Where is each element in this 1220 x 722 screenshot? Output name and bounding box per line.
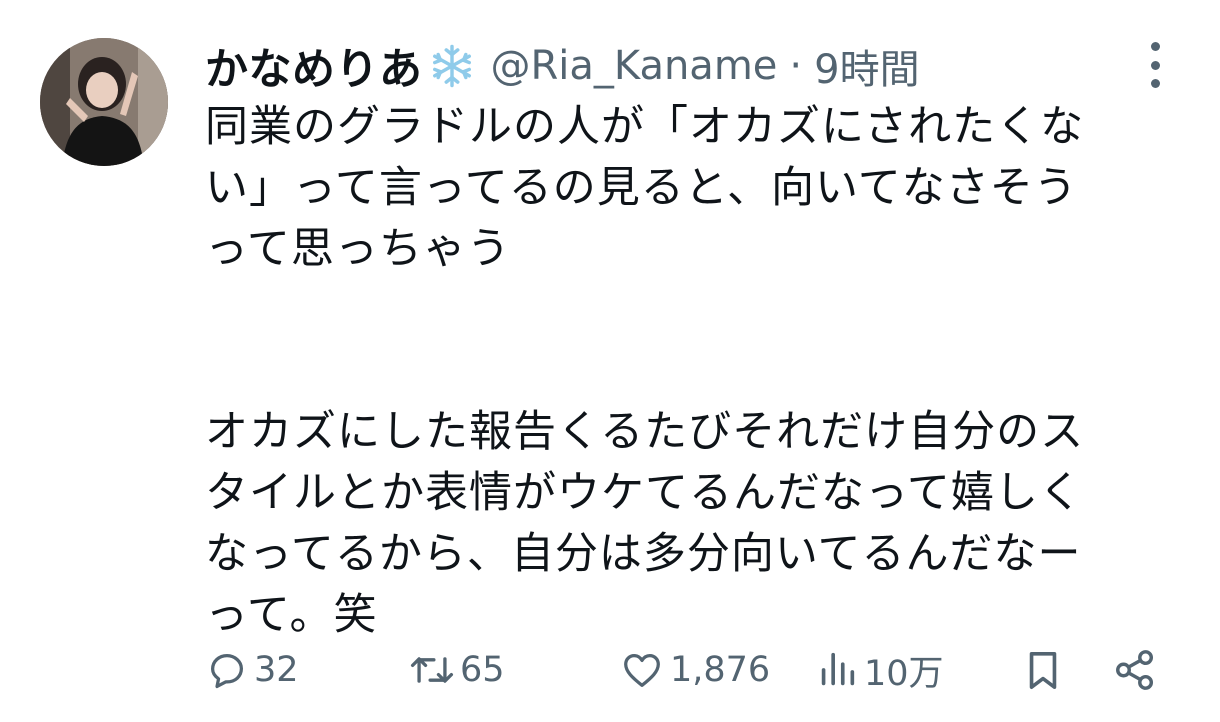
reply-icon: [204, 647, 250, 693]
reply-count: 32: [254, 650, 299, 690]
views-button[interactable]: 10万: [814, 640, 944, 700]
share-icon: [1112, 647, 1158, 693]
like-button[interactable]: 1,876: [618, 640, 770, 700]
more-vertical-icon[interactable]: [1146, 42, 1164, 88]
tweet-line: って思っちゃう: [205, 224, 511, 274]
tweet-line: なってるから、自分は多分向いてるんだなー: [205, 529, 1082, 579]
timestamp[interactable]: 9時間: [814, 37, 919, 95]
tweet-text: 同業のグラドルの人が「オカズにされたくな い」って言ってるの見ると、向いてなさそ…: [205, 97, 1195, 646]
tweet-line: 同業のグラドルの人が「オカズにされたくな: [205, 102, 1085, 152]
tweet-line: タイルとか表情がウケてるんだなって嬉しく: [205, 468, 1083, 518]
retweet-count: 65: [460, 650, 505, 690]
like-count: 1,876: [670, 650, 771, 690]
bookmark-icon: [1022, 647, 1064, 693]
tweet-header: かなめりあ @Ria_Kaname · 9時間: [205, 36, 1160, 96]
author-avatar[interactable]: [40, 38, 168, 166]
snowflake-icon: [429, 43, 475, 89]
retweet-button[interactable]: 65: [408, 640, 505, 700]
tweet-line: い」って言ってるの見ると、向いてなさそう: [205, 163, 1078, 213]
bookmark-button[interactable]: [1022, 640, 1064, 700]
reply-button[interactable]: 32: [204, 640, 299, 700]
separator-dot: ·: [789, 43, 803, 89]
heart-icon: [618, 647, 666, 693]
share-button[interactable]: [1112, 640, 1158, 700]
views-icon: [814, 647, 860, 693]
display-name[interactable]: かなめりあ: [205, 35, 423, 97]
tweet-line: って。笑: [205, 590, 378, 640]
tweet-line: オカズにした報告くるたびそれだけ自分のス: [205, 407, 1085, 457]
views-count: 10万: [864, 653, 944, 694]
retweet-icon: [408, 647, 456, 693]
action-bar: 32 65 1,876 10万: [200, 640, 1180, 700]
user-handle[interactable]: @Ria_Kaname: [491, 43, 778, 89]
